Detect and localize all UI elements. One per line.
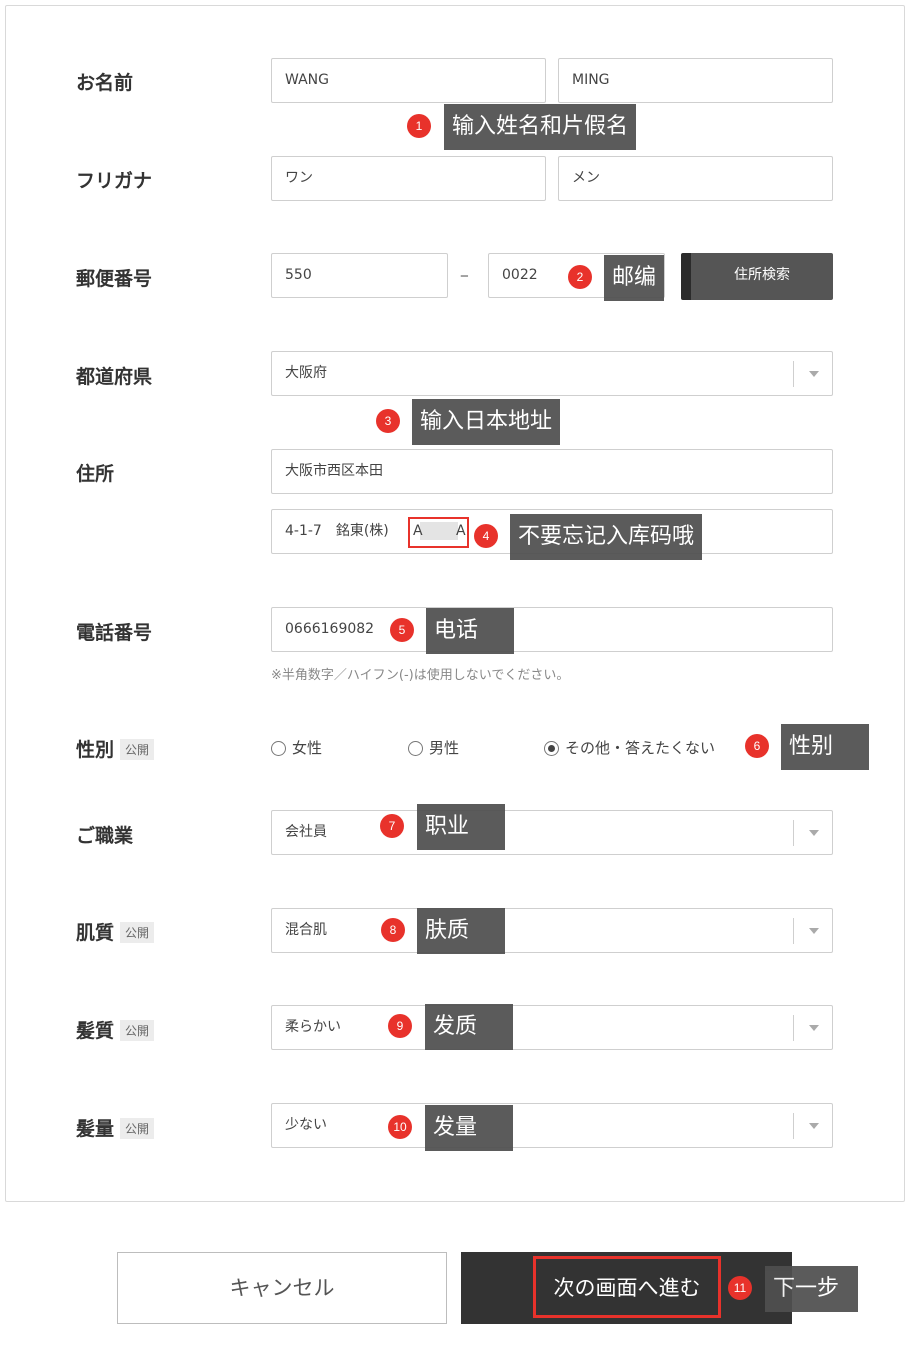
- occupation-value: 会社員: [285, 824, 327, 840]
- skin-value: 混合肌: [285, 922, 327, 938]
- annotation-label-3: 输入日本地址: [412, 399, 561, 445]
- hair-quality-label-text: 髪質: [76, 1020, 115, 1042]
- gender-option-male[interactable]: 男性: [408, 737, 459, 758]
- chevron-down-icon: [809, 371, 819, 377]
- hair-amount-value: 少ない: [285, 1117, 327, 1133]
- radio-icon: [271, 741, 286, 756]
- annotation-marker-4: 4: [474, 524, 498, 548]
- address-line2-text: 4-1-7 銘東(株): [285, 523, 389, 539]
- annotation-marker-10: 10: [388, 1115, 412, 1139]
- hair-amount-label: 髪量 公開: [76, 1114, 155, 1141]
- annotation-label-9: 发质: [425, 1004, 513, 1050]
- chevron-down-icon: [809, 830, 819, 836]
- annotation-marker-5: 5: [390, 618, 414, 642]
- postal-label: 郵便番号: [76, 268, 153, 290]
- skin-label: 肌質 公開: [76, 918, 155, 945]
- prefecture-value: 大阪府: [285, 365, 327, 381]
- first-kana-input[interactable]: メン: [558, 156, 833, 201]
- address-line1-input[interactable]: 大阪市西区本田: [271, 449, 833, 494]
- annotation-label-6: 性别: [781, 724, 869, 770]
- public-badge: 公開: [120, 1118, 155, 1139]
- annotation-marker-6: 6: [745, 734, 769, 758]
- gender-option-label: 男性: [429, 739, 460, 757]
- annotation-marker-1: 1: [407, 114, 431, 138]
- annotation-label-10: 发量: [425, 1105, 513, 1151]
- phone-input[interactable]: 0666169082: [271, 607, 833, 652]
- chevron-down-icon: [809, 928, 819, 934]
- address-search-button[interactable]: 住所検索: [681, 253, 833, 300]
- hair-quality-value: 柔らかい: [285, 1019, 341, 1035]
- postal-code-part1-input[interactable]: 550: [271, 253, 448, 298]
- gender-label-text: 性別: [76, 739, 115, 761]
- gender-label: 性別 公開: [76, 735, 155, 762]
- annotation-label-5: 电话: [426, 608, 514, 654]
- radio-icon: [408, 741, 423, 756]
- annotation-marker-11: 11: [728, 1276, 752, 1300]
- public-badge: 公開: [120, 1020, 155, 1041]
- phone-hint: ※半角数字／ハイフン(-)は使用しないでください。: [271, 668, 570, 683]
- radio-selected-icon: [544, 741, 559, 756]
- skin-select[interactable]: 混合肌: [271, 908, 833, 953]
- public-badge: 公開: [120, 922, 155, 943]
- select-divider: [793, 1015, 794, 1041]
- annotation-label-1: 输入姓名和片假名: [444, 104, 637, 150]
- kana-label: フリガナ: [76, 170, 153, 192]
- gender-option-label: その他・答えたくない: [565, 739, 716, 757]
- hair-amount-label-text: 髪量: [76, 1118, 115, 1140]
- chevron-down-icon: [809, 1025, 819, 1031]
- annotation-label-8: 肤质: [417, 908, 505, 954]
- annotation-marker-2: 2: [568, 265, 592, 289]
- gender-option-female[interactable]: 女性: [271, 737, 322, 758]
- cancel-button[interactable]: キャンセル: [117, 1252, 447, 1324]
- hair-amount-select[interactable]: 少ない: [271, 1103, 833, 1148]
- public-badge: 公開: [120, 739, 155, 760]
- prefecture-label: 都道府県: [76, 366, 153, 388]
- last-kana-input[interactable]: ワン: [271, 156, 546, 201]
- select-divider: [793, 918, 794, 944]
- annotation-label-7: 职业: [417, 804, 505, 850]
- annotation-marker-7: 7: [380, 814, 404, 838]
- chevron-down-icon: [809, 1123, 819, 1129]
- select-divider: [793, 820, 794, 846]
- phone-label: 電話番号: [76, 622, 153, 644]
- annotation-label-11: 下一步: [765, 1266, 858, 1312]
- warehouse-code-highlight: [408, 517, 469, 548]
- gender-option-other[interactable]: その他・答えたくない: [544, 737, 715, 758]
- annotation-marker-9: 9: [388, 1014, 412, 1038]
- skin-label-text: 肌質: [76, 922, 115, 944]
- annotation-label-2: 邮编: [604, 255, 665, 301]
- gender-option-label: 女性: [292, 739, 323, 757]
- annotation-marker-8: 8: [381, 918, 405, 942]
- select-divider: [793, 361, 794, 387]
- occupation-select[interactable]: 会社員: [271, 810, 833, 855]
- last-name-input[interactable]: WANG: [271, 58, 546, 103]
- prefecture-select[interactable]: 大阪府: [271, 351, 833, 396]
- first-name-input[interactable]: MING: [558, 58, 833, 103]
- name-label: お名前: [76, 72, 134, 94]
- occupation-label: ご職業: [76, 825, 134, 847]
- address-label: 住所: [76, 463, 115, 485]
- hair-quality-label: 髪質 公開: [76, 1016, 155, 1043]
- postal-dash: −: [460, 268, 469, 285]
- annotation-label-4: 不要忘记入库码哦: [510, 514, 703, 560]
- hair-quality-select[interactable]: 柔らかい: [271, 1005, 833, 1050]
- annotation-marker-3: 3: [376, 409, 400, 433]
- select-divider: [793, 1113, 794, 1139]
- next-button-label[interactable]: 次の画面へ進む: [533, 1256, 721, 1318]
